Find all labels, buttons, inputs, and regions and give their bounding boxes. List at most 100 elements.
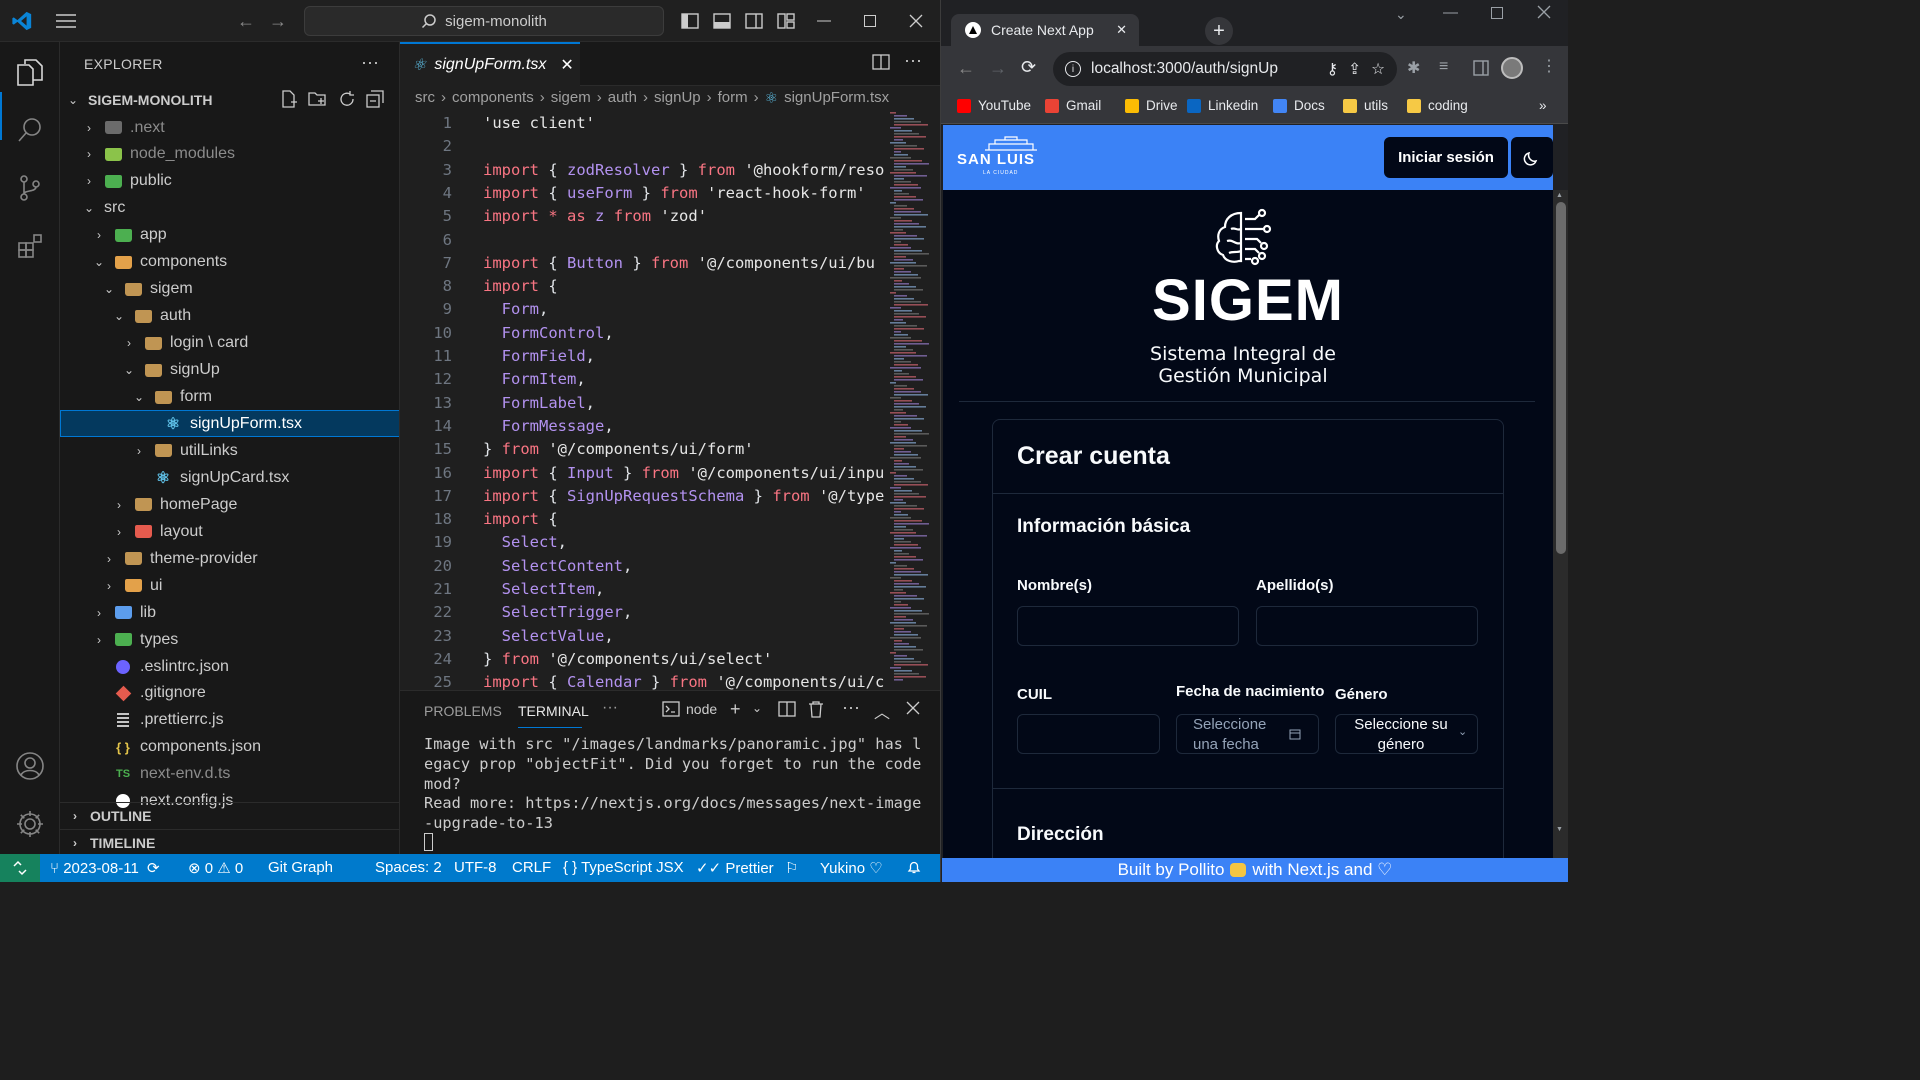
terminal-output[interactable]: Image with src "/images/landmarks/panora…	[424, 735, 924, 834]
maximize-icon[interactable]	[1491, 6, 1503, 23]
git-graph-item[interactable]: Git Graph	[268, 859, 333, 876]
tree-item[interactable]: › login \ card	[60, 330, 399, 357]
split-editor-icon[interactable]	[872, 54, 890, 74]
new-file-icon[interactable]	[280, 90, 298, 113]
tree-item[interactable]: › lib	[60, 599, 399, 626]
tree-item[interactable]: › node_modules	[60, 141, 399, 168]
panel-overflow-icon[interactable]: ···	[842, 697, 860, 718]
scroll-up-icon[interactable]: ▲	[1556, 192, 1563, 199]
address-bar[interactable]: i localhost:3000/auth/signUp ⚷ ⇪ ☆	[1053, 52, 1397, 86]
star-icon[interactable]: ☆	[1371, 60, 1385, 79]
tab-terminal[interactable]: TERMINAL	[518, 703, 589, 719]
reload-icon[interactable]: ⟳	[1021, 57, 1036, 78]
tree-item[interactable]: › layout	[60, 518, 399, 545]
source-control-icon[interactable]	[12, 170, 48, 206]
bookmark-item[interactable]: Docs	[1273, 98, 1325, 113]
tree-item[interactable]: ⌄ form	[60, 384, 399, 411]
tree-item[interactable]: › app	[60, 222, 399, 249]
outline-section[interactable]: › OUTLINE	[60, 802, 399, 828]
prettier-item[interactable]: ✓✓ Prettier	[696, 859, 774, 877]
profile-avatar[interactable]	[1501, 57, 1523, 79]
maximize-icon[interactable]	[858, 9, 882, 33]
close-tab-icon[interactable]: ✕	[560, 55, 573, 75]
share-icon[interactable]: ⇪	[1348, 60, 1361, 79]
project-header[interactable]: ⌄ SIGEM-MONOLITH	[60, 87, 399, 113]
bookmark-item[interactable]: Gmail	[1045, 98, 1101, 113]
scroll-thumb[interactable]	[1556, 202, 1566, 554]
tree-item[interactable]: ⌄ signUp	[60, 357, 399, 384]
bookmark-item[interactable]: Drive	[1125, 98, 1178, 113]
chrome-menu-icon[interactable]: ⋮	[1541, 56, 1557, 76]
command-center[interactable]: sigem-monolith	[304, 6, 664, 36]
menu-icon[interactable]	[54, 9, 78, 33]
bookmark-item[interactable]: Linkedin	[1187, 98, 1258, 113]
tab-search-icon[interactable]: ⌄	[1395, 6, 1407, 23]
explorer-icon[interactable]	[12, 54, 48, 90]
back-arrow-icon[interactable]: ←	[234, 9, 258, 33]
terminal-selector[interactable]: node	[662, 701, 717, 717]
forward-arrow-icon[interactable]: →	[266, 9, 290, 33]
tree-item[interactable]: ⌄ sigem	[60, 276, 399, 303]
notifications-bell-icon[interactable]	[906, 859, 922, 879]
toggle-panel-icon[interactable]	[710, 9, 734, 33]
close-tab-icon[interactable]: ✕	[1116, 22, 1127, 38]
more-bookmarks-icon[interactable]: »	[1539, 98, 1547, 113]
tree-item[interactable]: ⌄ auth	[60, 303, 399, 330]
eol-item[interactable]: CRLF	[512, 859, 551, 876]
toggle-secondary-sidebar-icon[interactable]	[742, 9, 766, 33]
breadcrumb-item[interactable]: form	[718, 89, 748, 107]
scroll-down-icon[interactable]: ▼	[1556, 826, 1563, 833]
tree-item[interactable]: ⌄ src	[60, 195, 399, 222]
search-view-icon[interactable]	[12, 112, 48, 148]
media-icon[interactable]: ≡	[1439, 58, 1448, 76]
trash-icon[interactable]	[808, 700, 824, 722]
remote-icon[interactable]	[0, 854, 40, 882]
tree-item[interactable]: .eslintrc.json	[60, 653, 399, 680]
tree-item[interactable]: TS next-env.d.ts	[60, 761, 399, 788]
editor-more-icon[interactable]: ···	[904, 50, 922, 71]
tree-item[interactable]: ⚛ signUpCard.tsx	[60, 464, 399, 491]
close-window-icon[interactable]	[1537, 5, 1551, 23]
tree-item[interactable]: › homePage	[60, 491, 399, 518]
bookmark-item[interactable]: coding	[1407, 98, 1468, 113]
more-actions-icon[interactable]: ···	[361, 52, 379, 73]
tree-item[interactable]: .gitignore	[60, 680, 399, 707]
split-terminal-icon[interactable]	[778, 701, 796, 721]
language-item[interactable]: { } TypeScript JSX	[563, 859, 684, 876]
breadcrumb-item[interactable]: sigem	[551, 89, 591, 107]
close-window-icon[interactable]	[904, 9, 928, 33]
new-tab-icon[interactable]: +	[1205, 17, 1233, 45]
breadcrumb-item[interactable]: signUp	[654, 89, 701, 107]
tree-item[interactable]: › types	[60, 626, 399, 653]
tab-problems[interactable]: PROBLEMS	[424, 703, 502, 719]
panel-more-icon[interactable]: ···	[602, 699, 618, 717]
timeline-section[interactable]: › TIMELINE	[60, 829, 399, 854]
back-icon[interactable]: ←	[957, 58, 975, 79]
breadcrumb-item[interactable]: src	[415, 89, 435, 107]
breadcrumb-item[interactable]: auth	[608, 89, 637, 107]
key-icon[interactable]: ⚷	[1327, 60, 1338, 79]
tree-item[interactable]: { } components.json	[60, 734, 399, 761]
cuil-input[interactable]	[1017, 714, 1160, 754]
login-button[interactable]: Iniciar sesión	[1384, 137, 1508, 178]
birth-date-picker[interactable]: Seleccione una fecha	[1176, 714, 1319, 754]
tree-item[interactable]: › theme-provider	[60, 545, 399, 572]
settings-gear-icon[interactable]	[12, 806, 48, 842]
encoding-item[interactable]: UTF-8	[454, 859, 497, 876]
accounts-icon[interactable]	[12, 748, 48, 784]
customize-layout-icon[interactable]	[774, 9, 798, 33]
feedback-icon[interactable]: ⚐	[785, 859, 798, 877]
indentation-item[interactable]: Spaces: 2	[375, 859, 442, 876]
extensions-puzzle-icon[interactable]: ✱	[1407, 58, 1420, 78]
refresh-icon[interactable]	[338, 90, 356, 113]
tree-item[interactable]: › ui	[60, 572, 399, 599]
breadcrumb-item[interactable]: components	[452, 89, 534, 107]
forward-icon[interactable]: →	[989, 58, 1007, 79]
tree-item[interactable]: › .next	[60, 114, 399, 141]
theme-item[interactable]: Yukino ♡	[820, 859, 883, 877]
branch-item[interactable]: ⑂ 2023-08-11 ⟳	[50, 859, 160, 877]
breadcrumb-item[interactable]: signUpForm.tsx	[784, 89, 889, 107]
maximize-panel-icon[interactable]: ︿	[874, 699, 890, 723]
chevron-down-icon[interactable]: ⌄	[752, 701, 762, 715]
browser-tab[interactable]: Create Next App ✕	[951, 14, 1139, 46]
